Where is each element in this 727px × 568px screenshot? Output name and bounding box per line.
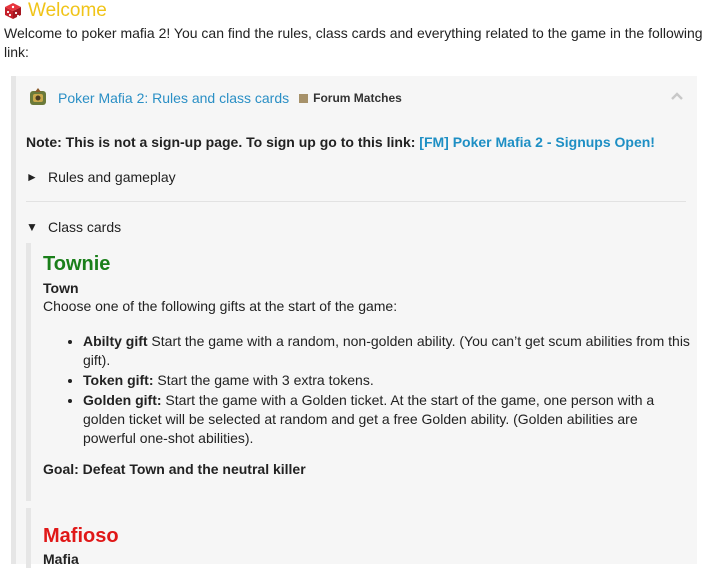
dice-icon <box>5 3 21 19</box>
topic-title-link[interactable]: Poker Mafia 2: Rules and class cards <box>58 90 289 106</box>
category-color-badge <box>299 93 309 103</box>
card-faction: Town <box>43 280 79 296</box>
gift-text: Start the game with a random, non-golden… <box>83 333 690 368</box>
signup-link[interactable]: [FM] Poker Mafia 2 - Signups Open! <box>419 134 655 150</box>
topic-avatar-icon <box>30 88 46 105</box>
triangle-right-icon: ► <box>26 170 38 184</box>
welcome-title-text: Welcome <box>28 0 107 21</box>
welcome-heading: Welcome <box>4 0 107 22</box>
class-card-townie: Townie Town Choose one of the following … <box>26 243 691 501</box>
details-rules-and-gameplay[interactable]: ► Rules and gameplay <box>26 169 176 185</box>
onebox-header: Poker Mafia 2: Rules and class cards For… <box>28 86 402 110</box>
gift-name: Abilty gift <box>83 333 148 349</box>
gift-name: Token gift: <box>83 372 154 388</box>
details-class-cards[interactable]: ▼ Class cards <box>26 219 121 235</box>
triangle-down-icon: ▼ <box>26 220 38 234</box>
class-card-mafioso: Mafioso Mafia <box>26 508 691 568</box>
gift-list: Abilty gift Start the game with a random… <box>43 332 691 448</box>
signup-note: Note: This is not a sign-up page. To sig… <box>26 134 655 150</box>
list-item: Golden gift: Start the game with a Golde… <box>83 391 691 448</box>
card-faction: Mafia <box>43 551 79 567</box>
card-title: Townie <box>43 253 111 275</box>
card-intro: Choose one of the following gifts at the… <box>43 298 398 314</box>
divider <box>26 201 686 202</box>
card-title: Mafioso <box>43 525 119 547</box>
list-item: Abilty gift Start the game with a random… <box>83 332 691 370</box>
gift-name: Golden gift: <box>83 392 162 408</box>
topic-onebox: Poker Mafia 2: Rules and class cards For… <box>11 76 697 568</box>
gift-text: Start the game with a Golden ticket. At … <box>83 392 655 446</box>
chevron-up-icon[interactable] <box>669 88 685 104</box>
category-link[interactable]: Forum Matches <box>313 91 402 105</box>
gift-text: Start the game with 3 extra tokens. <box>153 372 374 388</box>
details-label: Rules and gameplay <box>48 169 176 185</box>
note-text: Note: This is not a sign-up page. To sig… <box>26 134 416 150</box>
intro-text: Welcome to poker mafia 2! You can find t… <box>4 25 703 60</box>
card-goal: Goal: Defeat Town and the neutral killer <box>43 461 306 477</box>
details-label: Class cards <box>48 219 122 235</box>
list-item: Token gift: Start the game with 3 extra … <box>83 371 691 390</box>
